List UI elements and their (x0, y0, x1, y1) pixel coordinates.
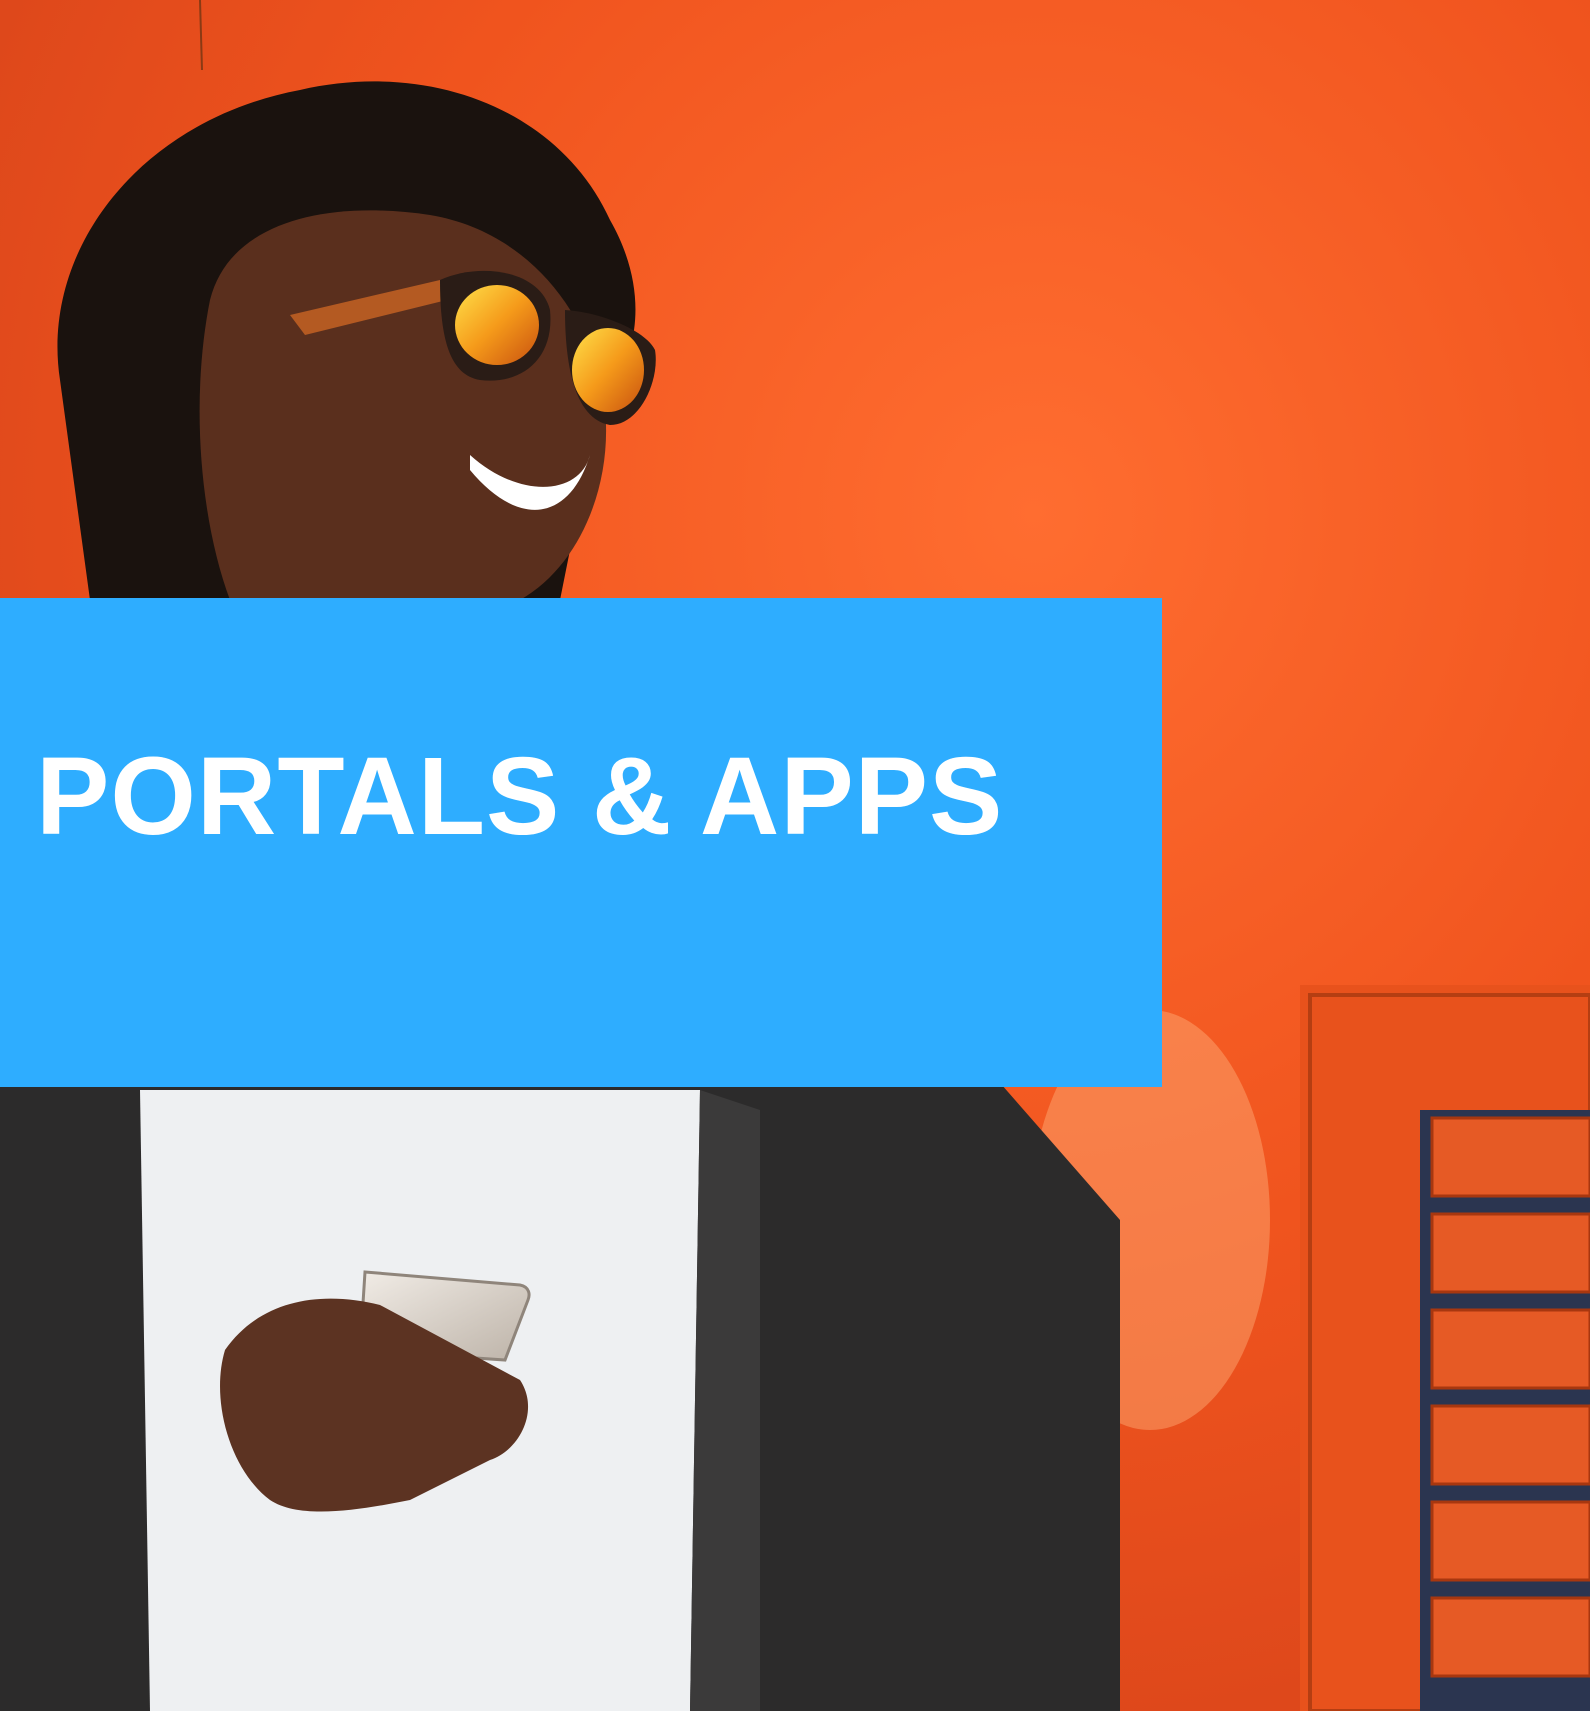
window-shutter (1300, 985, 1590, 1711)
banner-title: PORTALS & APPS (36, 735, 1004, 858)
hero-page: PORTALS & APPS (0, 0, 1590, 1711)
person-body (0, 1000, 1120, 1711)
